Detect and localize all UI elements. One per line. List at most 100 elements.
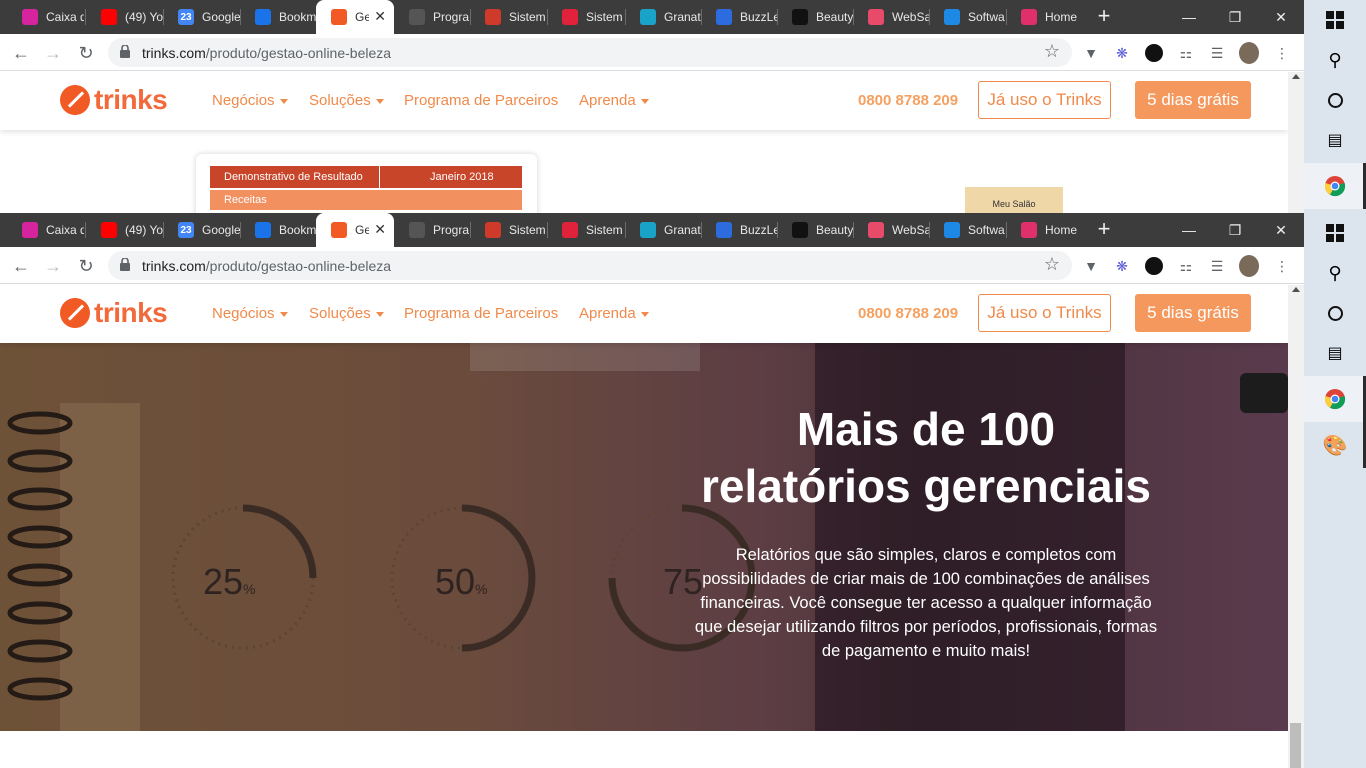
browser-tab[interactable]: WebSa (853, 0, 929, 34)
browser-tab[interactable]: Caixa d (7, 213, 85, 247)
browser-tab[interactable]: Progra (394, 213, 470, 247)
windows-start-icon[interactable] (1324, 9, 1346, 31)
browser-tab[interactable]: WebSa (853, 213, 929, 247)
browser-tab[interactable]: Sistem (547, 213, 625, 247)
nav-parceiros[interactable]: Programa de Parceiros (404, 92, 558, 109)
browser-tab[interactable]: Granat (625, 0, 701, 34)
phone-number[interactable]: 0800 8788 209 (858, 305, 958, 322)
vuetify-extension-icon[interactable]: ▼ (1081, 256, 1101, 276)
new-tab-icon[interactable]: + (1094, 218, 1114, 240)
back-arrow-icon[interactable]: ← (10, 42, 32, 64)
browser-tab[interactable]: Ges ✕ (316, 213, 394, 247)
nav-solucoes[interactable]: Soluções (309, 92, 384, 109)
windows-start-icon[interactable] (1324, 222, 1346, 244)
browser-tab[interactable]: Home (1006, 0, 1086, 34)
media-queue-icon[interactable]: ☰ (1207, 256, 1227, 276)
scrollbar-thumb[interactable] (1290, 723, 1301, 768)
browser-tab[interactable]: Progra (394, 0, 470, 34)
extensions-puzzle-icon[interactable]: ⚏ (1176, 256, 1196, 276)
beauty-icon (792, 222, 808, 238)
close-tab-icon[interactable]: ✕ (374, 221, 386, 238)
search-icon[interactable]: ⚲ (1324, 262, 1346, 284)
task-view-icon[interactable]: ▤ (1324, 342, 1346, 364)
task-view-icon[interactable]: ▤ (1324, 129, 1346, 151)
cortana-icon[interactable] (1324, 89, 1346, 111)
browser-tab[interactable]: Sistem (470, 0, 547, 34)
nav-aprenda[interactable]: Aprenda (579, 92, 649, 109)
login-button[interactable]: Já uso o Trinks (978, 81, 1111, 119)
profile-avatar-icon[interactable] (1239, 42, 1259, 64)
scroll-up-arrow-icon[interactable] (1292, 74, 1300, 79)
trinks-logo-icon (60, 298, 90, 328)
monitor-extension-icon[interactable] (1144, 256, 1164, 276)
trial-button[interactable]: 5 dias grátis (1135, 294, 1251, 332)
address-bar[interactable]: trinks.com/produto/gestao-online-beleza … (108, 38, 1072, 67)
vertical-scrollbar[interactable] (1288, 72, 1304, 213)
browser-tab[interactable]: Bookm (240, 213, 316, 247)
search-icon[interactable]: ⚲ (1324, 49, 1346, 71)
browser-tab[interactable]: Beauty (777, 213, 853, 247)
snowflake-extension-icon[interactable]: ❋ (1112, 43, 1132, 63)
monitor-extension-icon[interactable] (1144, 43, 1164, 63)
browser-tab[interactable]: Beauty (777, 0, 853, 34)
new-tab-icon[interactable]: + (1094, 5, 1114, 27)
reload-icon[interactable]: ↻ (75, 255, 97, 277)
address-bar[interactable]: trinks.com/produto/gestao-online-beleza … (108, 251, 1072, 280)
cortana-icon[interactable] (1324, 302, 1346, 324)
browser-tab[interactable]: (49) Yo (86, 0, 163, 34)
browser-tab[interactable]: BuzzLe (701, 213, 777, 247)
profile-avatar-icon[interactable] (1239, 255, 1259, 277)
browser-tab[interactable]: Sistem (470, 213, 547, 247)
trial-button[interactable]: 5 dias grátis (1135, 81, 1251, 119)
menu-kebab-icon[interactable]: ⋮ (1272, 43, 1292, 63)
tab-label: Sistem (586, 223, 623, 237)
paint-palette-icon[interactable]: 🎨 (1323, 434, 1348, 457)
bookmark-star-icon[interactable]: ☆ (1044, 41, 1060, 62)
nav-parceiros[interactable]: Programa de Parceiros (404, 305, 558, 322)
nav-aprenda[interactable]: Aprenda (579, 305, 649, 322)
browser-tab[interactable]: Ges ✕ (316, 0, 394, 34)
chrome-icon[interactable] (1324, 388, 1346, 410)
trinks-logo[interactable]: trinks (60, 297, 168, 329)
forward-arrow-icon[interactable]: → (42, 42, 64, 64)
close-tab-icon[interactable]: ✕ (374, 8, 386, 25)
forward-arrow-icon[interactable]: → (42, 255, 64, 277)
vertical-scrollbar[interactable] (1288, 285, 1304, 768)
minimize-icon[interactable]: — (1166, 0, 1212, 34)
trinks-logo[interactable]: trinks (60, 84, 168, 116)
browser-tab[interactable]: Softwa (929, 0, 1006, 34)
browser-tab[interactable]: BuzzLe (701, 0, 777, 34)
browser-tab[interactable]: Softwa (929, 213, 1006, 247)
close-window-icon[interactable]: ✕ (1258, 213, 1304, 247)
browser-tab[interactable]: Caixa d (7, 0, 85, 34)
browser-tab[interactable]: Granat (625, 213, 701, 247)
scroll-up-arrow-icon[interactable] (1292, 287, 1300, 292)
tab-strip: Caixa d (49) Yo 23 Google Bookm Ges ✕ Progra Sis… (0, 0, 1304, 34)
browser-tab[interactable]: 23 Google (163, 0, 240, 34)
media-queue-icon[interactable]: ☰ (1207, 43, 1227, 63)
bookmark-star-icon[interactable]: ☆ (1044, 254, 1060, 275)
restore-icon[interactable]: ❐ (1212, 0, 1258, 34)
nav-solucoes[interactable]: Soluções (309, 305, 384, 322)
reload-icon[interactable]: ↻ (75, 42, 97, 64)
browser-tab[interactable]: Home (1006, 213, 1086, 247)
close-window-icon[interactable]: ✕ (1258, 0, 1304, 34)
home-p-icon (1021, 222, 1037, 238)
nav-negocios[interactable]: Negócios (212, 92, 288, 109)
menu-kebab-icon[interactable]: ⋮ (1272, 256, 1292, 276)
phone-number[interactable]: 0800 8788 209 (858, 92, 958, 109)
chrome-icon[interactable] (1324, 175, 1346, 197)
nav-negocios[interactable]: Negócios (212, 305, 288, 322)
browser-tab[interactable]: Sistem (547, 0, 625, 34)
browser-tab[interactable]: (49) Yo (86, 213, 163, 247)
snowflake-extension-icon[interactable]: ❋ (1112, 256, 1132, 276)
google-calendar-icon: 23 (178, 222, 194, 238)
back-arrow-icon[interactable]: ← (10, 255, 32, 277)
browser-tab[interactable]: 23 Google (163, 213, 240, 247)
extensions-puzzle-icon[interactable]: ⚏ (1176, 43, 1196, 63)
vuetify-extension-icon[interactable]: ▼ (1081, 43, 1101, 63)
minimize-icon[interactable]: — (1166, 213, 1212, 247)
login-button[interactable]: Já uso o Trinks (978, 294, 1111, 332)
browser-tab[interactable]: Bookm (240, 0, 316, 34)
restore-icon[interactable]: ❐ (1212, 213, 1258, 247)
